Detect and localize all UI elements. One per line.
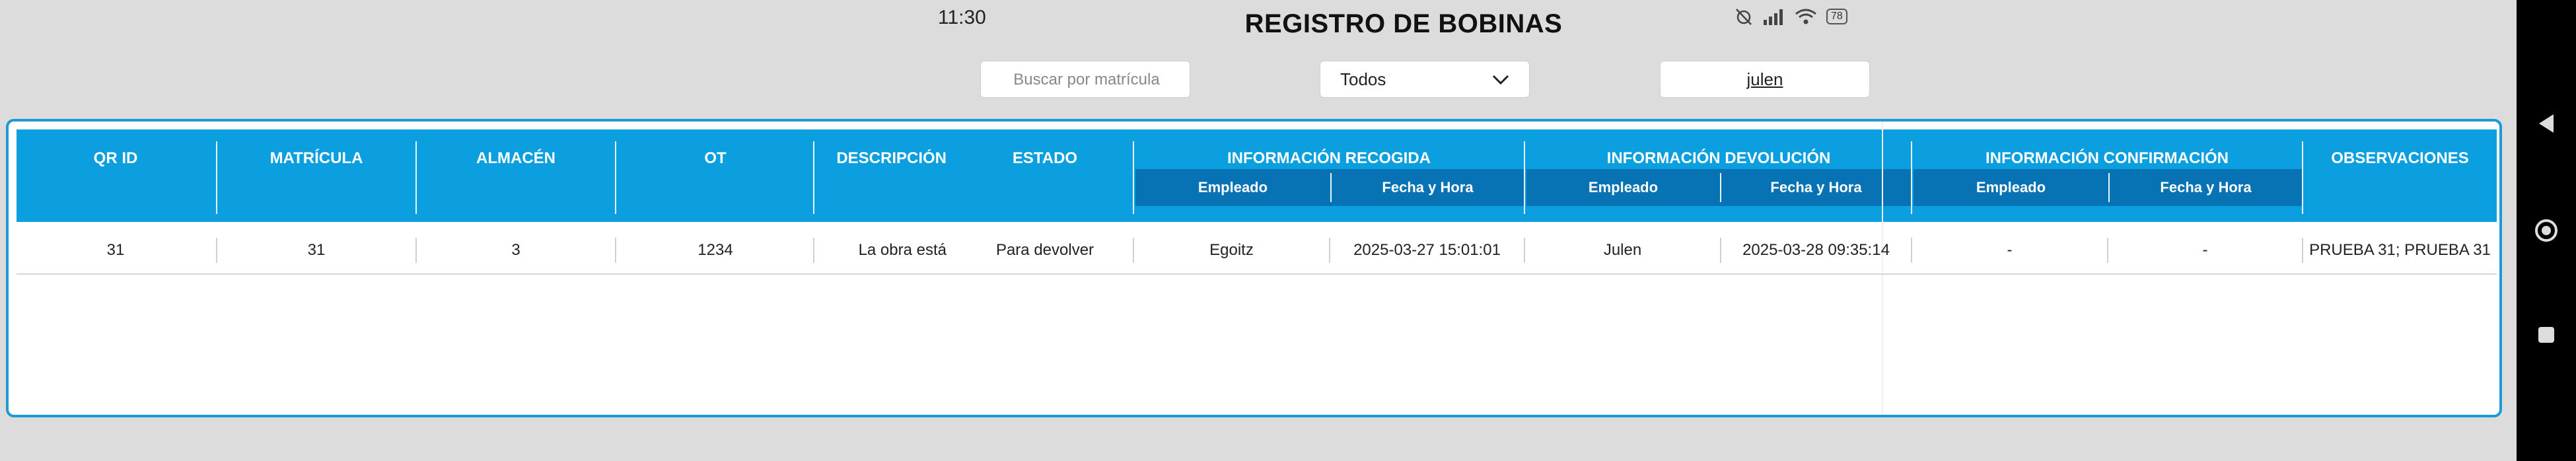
search-field[interactable]	[980, 61, 1192, 98]
wifi-icon	[1795, 8, 1817, 25]
status-select-value: Todos	[1340, 69, 1386, 89]
signal-icon	[1763, 8, 1785, 25]
cell-devolucion-fecha: 2025-03-28 09:35:14	[1742, 241, 1890, 259]
subheader-confirmacion-empleado[interactable]: Empleado	[1914, 169, 2108, 206]
chevron-down-icon	[1492, 69, 1509, 90]
subheader-recogida: Empleado Fecha y Hora	[1135, 169, 1524, 206]
subheader-recogida-empleado[interactable]: Empleado	[1135, 169, 1330, 206]
cell-almacen: 3	[511, 241, 520, 259]
cell-descripcion: La obra está	[858, 241, 947, 259]
alarm-off-icon	[1734, 7, 1754, 26]
column-header-recogida: INFORMACIÓN RECOGIDA	[1227, 149, 1431, 167]
status-time: 11:30	[938, 7, 986, 28]
cell-confirmacion-empleado: -	[2007, 241, 2013, 259]
cell-ot: 1234	[698, 241, 733, 259]
column-header-confirmacion: INFORMACIÓN CONFIRMACIÓN	[1986, 149, 2229, 167]
subheader-devolucion: Empleado Fecha y Hora	[1526, 169, 1911, 206]
subheader-recogida-fecha[interactable]: Fecha y Hora	[1332, 169, 1524, 206]
subheader-devolucion-empleado[interactable]: Empleado	[1526, 169, 1720, 206]
cell-qr-id: 31	[106, 241, 125, 259]
column-header-devolucion: INFORMACIÓN DEVOLUCIÓN	[1606, 149, 1831, 167]
search-input[interactable]	[981, 61, 1192, 98]
cell-estado: Para devolver	[995, 241, 1094, 259]
cell-observaciones: PRUEBA 31; PRUEBA 31	[2309, 241, 2491, 259]
cell-recogida-fecha: 2025-03-27 15:01:01	[1353, 241, 1501, 259]
battery-icon: 78	[1826, 9, 1847, 24]
cell-recogida-empleado: Egoitz	[1209, 241, 1254, 259]
records-table: QR ID MATRÍCULA ALMACÉN OT DESCRIPCIÓN E…	[6, 119, 2502, 417]
table-header: QR ID MATRÍCULA ALMACÉN OT DESCRIPCIÓN E…	[17, 129, 2497, 222]
home-icon	[2535, 219, 2558, 242]
status-select[interactable]: Todos	[1320, 61, 1530, 98]
column-header-estado[interactable]: ESTADO	[949, 149, 1141, 168]
cell-confirmacion-fecha: -	[2202, 241, 2208, 259]
column-header-matricula[interactable]: MATRÍCULA	[217, 149, 415, 168]
cell-matricula: 31	[307, 241, 326, 259]
subheader-confirmacion-fecha[interactable]: Fecha y Hora	[2110, 169, 2302, 206]
back-button[interactable]	[2517, 112, 2576, 135]
page-title: REGISTRO DE BOBINAS	[1244, 9, 1563, 38]
user-button[interactable]: julen	[1660, 61, 1870, 98]
column-header-almacen[interactable]: ALMACÉN	[417, 149, 615, 168]
cell-devolucion-empleado: Julen	[1603, 241, 1642, 259]
column-header-descripcion[interactable]: DESCRIPCIÓN	[814, 149, 947, 168]
status-icons: 78	[1734, 5, 1847, 28]
navigation-bar	[2517, 0, 2576, 461]
subheader-confirmacion: Empleado Fecha y Hora	[1914, 169, 2302, 206]
recents-icon	[2538, 327, 2554, 343]
column-header-qr-id[interactable]: QR ID	[17, 149, 215, 168]
column-header-ot[interactable]: OT	[616, 149, 814, 168]
recents-button[interactable]	[2517, 325, 2576, 345]
home-button[interactable]	[2517, 218, 2576, 243]
column-header-observaciones[interactable]: OBSERVACIONES	[2303, 149, 2497, 168]
back-icon	[2539, 114, 2554, 133]
table-row[interactable]: 31 31 3 1234 La obra está Para devolver …	[17, 227, 2497, 275]
